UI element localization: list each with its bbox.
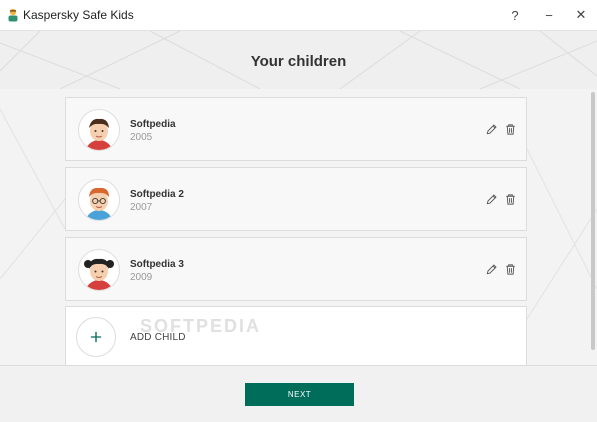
- help-button[interactable]: ?: [499, 0, 531, 30]
- add-child-label: ADD CHILD: [130, 332, 186, 343]
- child-card-3[interactable]: Softpedia 3 2009: [65, 237, 527, 301]
- child-card-2[interactable]: Softpedia 2 2007: [65, 167, 527, 231]
- plus-icon: [90, 331, 102, 343]
- child-name: Softpedia 2: [130, 189, 184, 200]
- delete-trash-icon[interactable]: [503, 192, 517, 206]
- edit-pencil-icon[interactable]: [484, 192, 498, 206]
- child-birth-year: 2009: [130, 272, 153, 283]
- child-birth-year: 2007: [130, 202, 153, 213]
- minimize-button[interactable]: −: [533, 0, 565, 30]
- child-name: Softpedia 3: [130, 259, 184, 270]
- child-birth-year: 2005: [130, 132, 153, 143]
- scrollbar[interactable]: [591, 92, 595, 350]
- page-header: Your children: [0, 31, 597, 89]
- edit-pencil-icon[interactable]: [484, 122, 498, 136]
- app-logo-icon: [8, 8, 18, 22]
- boy-avatar: [78, 109, 120, 151]
- next-button[interactable]: NEXT: [245, 383, 354, 406]
- title-bar: Kaspersky Safe Kids ? − ✕: [0, 0, 597, 31]
- window-title: Kaspersky Safe Kids: [23, 8, 134, 22]
- delete-trash-icon[interactable]: [503, 122, 517, 136]
- add-child-button[interactable]: [76, 317, 116, 357]
- page-title: Your children: [250, 53, 347, 70]
- add-child-card[interactable]: SOFTPEDIA ADD CHILD: [65, 306, 527, 366]
- child-card-1[interactable]: Softpedia 2005: [65, 97, 527, 161]
- child-name: Softpedia: [130, 119, 176, 130]
- delete-trash-icon[interactable]: [503, 262, 517, 276]
- footer: NEXT: [0, 365, 597, 422]
- boy-glasses-avatar: [78, 179, 120, 221]
- girl-avatar: [78, 249, 120, 291]
- close-button[interactable]: ✕: [565, 0, 597, 30]
- edit-pencil-icon[interactable]: [484, 262, 498, 276]
